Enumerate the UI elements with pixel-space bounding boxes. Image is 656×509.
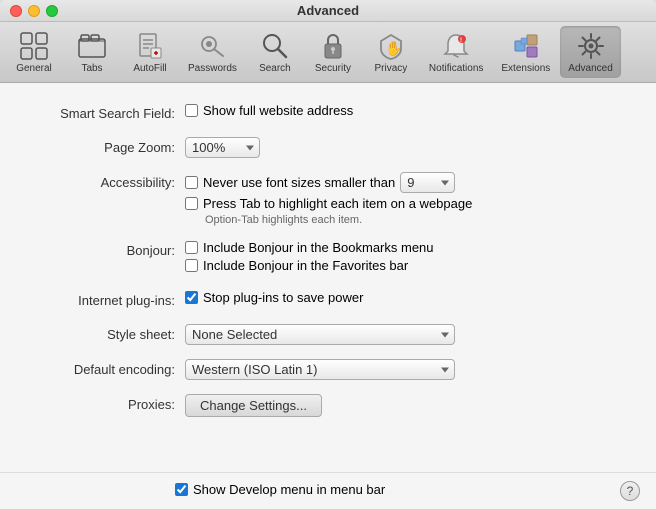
advanced-label: Advanced [568, 63, 612, 74]
autofill-label: AutoFill [133, 63, 166, 74]
passwords-label: Passwords [188, 63, 237, 74]
passwords-icon [196, 30, 228, 62]
toolbar: General Tabs [0, 22, 656, 83]
bonjour-favorites-label[interactable]: Include Bonjour in the Favorites bar [203, 258, 408, 273]
plugins-checkbox[interactable] [185, 291, 198, 304]
bonjour-bookmarks-label[interactable]: Include Bonjour in the Bookmarks menu [203, 240, 434, 255]
security-label: Security [315, 63, 351, 74]
toolbar-item-extensions[interactable]: Extensions [493, 26, 558, 78]
proxies-row: Proxies: Change Settings... [30, 394, 626, 417]
maximize-button[interactable] [46, 5, 58, 17]
encoding-label: Default encoding: [30, 359, 185, 379]
smart-search-checkbox-row: Show full website address [185, 103, 626, 118]
tabs-icon [76, 30, 108, 62]
toolbar-item-search[interactable]: Search [247, 26, 303, 78]
stylesheet-control: None Selected [185, 324, 626, 345]
security-icon [317, 30, 349, 62]
font-size-select-wrapper: 9 10 11 12 14 18 24 [400, 172, 455, 193]
encoding-select-wrapper: Western (ISO Latin 1) Unicode (UTF-8) Ja… [185, 359, 455, 380]
toolbar-item-general[interactable]: General [6, 26, 62, 78]
help-button[interactable]: ? [620, 481, 640, 501]
bonjour-control: Include Bonjour in the Bookmarks menu In… [185, 240, 626, 276]
notifications-label: Notifications [429, 63, 483, 74]
toolbar-item-tabs[interactable]: Tabs [64, 26, 120, 78]
bonjour-favorites-checkbox[interactable] [185, 259, 198, 272]
stylesheet-label: Style sheet: [30, 324, 185, 344]
accessibility-tab-row: Press Tab to highlight each item on a we… [185, 196, 626, 211]
advanced-icon [575, 30, 607, 62]
smart-search-checkbox-label[interactable]: Show full website address [203, 103, 353, 118]
page-zoom-select[interactable]: 75% 85% 90% 95% 100% 110% 125% 150% [185, 137, 260, 158]
bonjour-bookmarks-row: Include Bonjour in the Bookmarks menu [185, 240, 626, 255]
toolbar-item-passwords[interactable]: Passwords [180, 26, 245, 78]
page-zoom-label: Page Zoom: [30, 137, 185, 157]
font-size-select[interactable]: 9 10 11 12 14 18 24 [400, 172, 455, 193]
smart-search-label: Smart Search Field: [30, 103, 185, 123]
general-label: General [16, 63, 52, 74]
proxies-button[interactable]: Change Settings... [185, 394, 322, 417]
titlebar: Advanced [0, 0, 656, 22]
bonjour-bookmarks-checkbox[interactable] [185, 241, 198, 254]
bonjour-row: Bonjour: Include Bonjour in the Bookmark… [30, 240, 626, 276]
plugins-row: Internet plug-ins: Stop plug-ins to save… [30, 290, 626, 310]
toolbar-item-notifications[interactable]: ! Notifications [421, 26, 491, 78]
accessibility-tab-label[interactable]: Press Tab to highlight each item on a we… [203, 196, 472, 211]
accessibility-row: Accessibility: Never use font sizes smal… [30, 172, 626, 226]
accessibility-font-row: Never use font sizes smaller than 9 10 1… [185, 172, 626, 193]
page-zoom-select-wrapper: 75% 85% 90% 95% 100% 110% 125% 150% [185, 137, 260, 158]
proxies-label: Proxies: [30, 394, 185, 414]
privacy-icon: ✋ [375, 30, 407, 62]
search-toolbar-icon [259, 30, 291, 62]
smart-search-checkbox[interactable] [185, 104, 198, 117]
extensions-label: Extensions [501, 63, 550, 74]
stylesheet-select[interactable]: None Selected [185, 324, 455, 345]
encoding-row: Default encoding: Western (ISO Latin 1) … [30, 359, 626, 380]
plugins-checkbox-label[interactable]: Stop plug-ins to save power [203, 290, 363, 305]
encoding-select[interactable]: Western (ISO Latin 1) Unicode (UTF-8) Ja… [185, 359, 455, 380]
svg-text:!: ! [460, 38, 462, 44]
search-label: Search [259, 63, 291, 74]
smart-search-row: Smart Search Field: Show full website ad… [30, 103, 626, 123]
notifications-icon: ! [440, 30, 472, 62]
develop-checkbox[interactable] [175, 483, 188, 496]
accessibility-font-checkbox[interactable] [185, 176, 198, 189]
close-button[interactable] [10, 5, 22, 17]
window-title: Advanced [297, 3, 359, 18]
main-window: Advanced General [0, 0, 656, 509]
minimize-button[interactable] [28, 5, 40, 17]
accessibility-tab-checkbox[interactable] [185, 197, 198, 210]
toolbar-item-autofill[interactable]: AutoFill [122, 26, 178, 78]
smart-search-control: Show full website address [185, 103, 626, 121]
plugins-label: Internet plug-ins: [30, 290, 185, 310]
proxies-control: Change Settings... [185, 394, 626, 417]
encoding-control: Western (ISO Latin 1) Unicode (UTF-8) Ja… [185, 359, 626, 380]
accessibility-font-label[interactable]: Never use font sizes smaller than [203, 175, 395, 190]
page-zoom-control: 75% 85% 90% 95% 100% 110% 125% 150% [185, 137, 626, 158]
page-zoom-row: Page Zoom: 75% 85% 90% 95% 100% 110% 125… [30, 137, 626, 158]
extensions-icon [510, 30, 542, 62]
svg-text:✋: ✋ [385, 40, 402, 56]
develop-checkbox-row: Show Develop menu in menu bar [175, 482, 385, 497]
privacy-label: Privacy [375, 63, 408, 74]
accessibility-hint: Option-Tab highlights each item. [205, 214, 626, 226]
develop-label[interactable]: Show Develop menu in menu bar [193, 482, 385, 497]
traffic-lights [10, 5, 58, 17]
accessibility-label: Accessibility: [30, 172, 185, 192]
stylesheet-row: Style sheet: None Selected [30, 324, 626, 345]
toolbar-item-advanced[interactable]: Advanced [560, 26, 620, 78]
plugins-control: Stop plug-ins to save power [185, 290, 626, 308]
develop-row: Show Develop menu in menu bar [175, 482, 385, 500]
toolbar-item-privacy[interactable]: ✋ Privacy [363, 26, 419, 78]
plugins-checkbox-row: Stop plug-ins to save power [185, 290, 626, 305]
bottom-bar: Show Develop menu in menu bar ? [0, 472, 656, 509]
autofill-icon [134, 30, 166, 62]
toolbar-item-security[interactable]: Security [305, 26, 361, 78]
bonjour-favorites-row: Include Bonjour in the Favorites bar [185, 258, 626, 273]
stylesheet-select-wrapper: None Selected [185, 324, 455, 345]
general-icon [18, 30, 50, 62]
accessibility-control: Never use font sizes smaller than 9 10 1… [185, 172, 626, 226]
content-area: Smart Search Field: Show full website ad… [0, 83, 656, 472]
tabs-label: Tabs [81, 63, 102, 74]
bonjour-label: Bonjour: [30, 240, 185, 260]
